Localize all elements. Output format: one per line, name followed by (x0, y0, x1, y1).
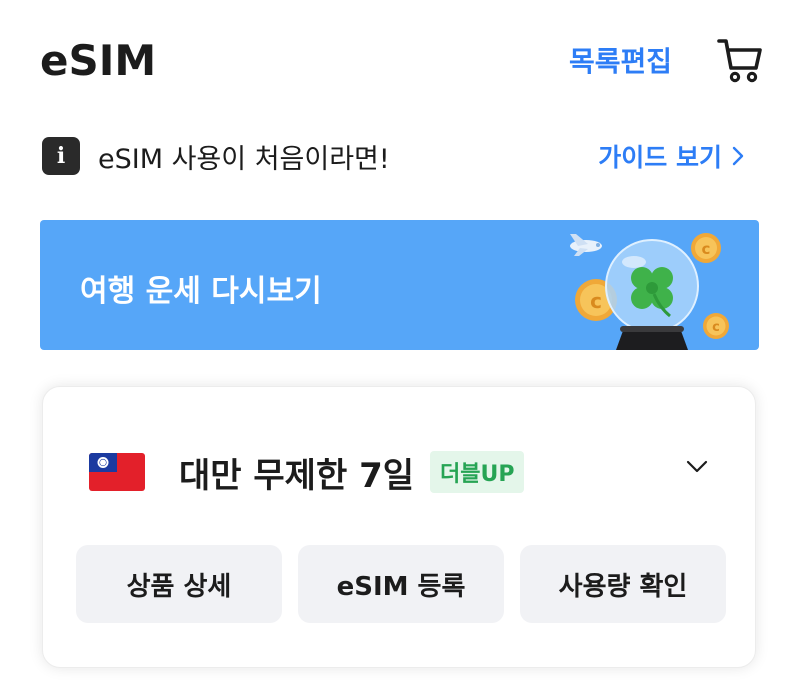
notice-message: i eSIM 사용이 처음이라면! (42, 137, 390, 176)
header: eSIM 목록편집 (40, 28, 764, 92)
notice-text: eSIM 사용이 처음이라면! (98, 143, 390, 175)
airplane-icon (570, 234, 602, 256)
crystal-ball-clover-illustration: c c c (570, 233, 729, 350)
double-up-badge: 더블UP (430, 451, 525, 493)
plan-title: 대만 무제한 7일 (179, 455, 415, 496)
cart-icon[interactable] (716, 36, 764, 84)
esim-plan-card: 대만 무제한 7일 더블UP 상품 상세 eSIM 등록 사용량 확인 (42, 386, 756, 668)
plan-header[interactable]: 대만 무제한 7일 더블UP (89, 447, 715, 497)
first-time-notice: i eSIM 사용이 처음이라면! 가이드 보기 (42, 136, 746, 176)
coin-icon: c (691, 233, 721, 263)
info-icon: i (42, 137, 80, 175)
svg-text:c: c (702, 240, 711, 258)
banner-text: 여행 운세 다시보기 (80, 274, 322, 309)
travel-fortune-banner[interactable]: 여행 운세 다시보기 c c c (40, 220, 759, 350)
coin-icon: c (703, 313, 729, 339)
esim-register-button[interactable]: eSIM 등록 (298, 545, 504, 623)
guide-link-label: 가이드 보기 (598, 143, 722, 172)
chevron-right-icon (732, 146, 744, 166)
header-actions: 목록편집 (569, 36, 764, 84)
product-detail-button[interactable]: 상품 상세 (76, 545, 282, 623)
chevron-down-icon[interactable] (685, 459, 709, 475)
svg-text:c: c (712, 320, 720, 335)
usage-check-button[interactable]: 사용량 확인 (520, 545, 726, 623)
taiwan-flag-icon (89, 453, 145, 491)
page-title: eSIM (40, 35, 157, 85)
edit-list-button[interactable]: 목록편집 (569, 40, 672, 80)
svg-text:c: c (590, 289, 602, 313)
guide-link[interactable]: 가이드 보기 (598, 138, 746, 174)
plan-actions: 상품 상세 eSIM 등록 사용량 확인 (76, 545, 726, 623)
